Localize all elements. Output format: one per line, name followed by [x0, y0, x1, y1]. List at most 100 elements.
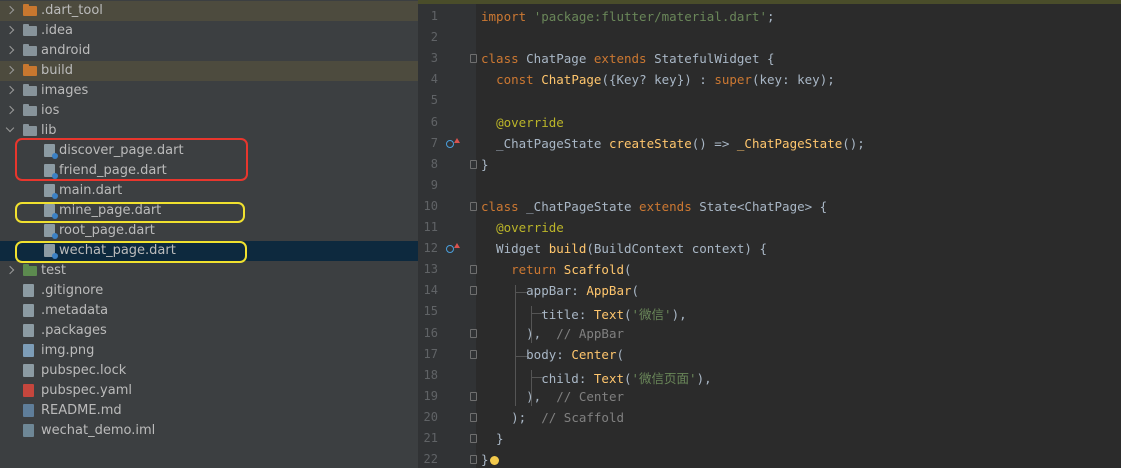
tree-item-wechat-demo-iml[interactable]: wechat_demo.iml	[0, 421, 418, 441]
indent-guide	[515, 285, 516, 406]
code-line[interactable]: class _ChatPageState extends State<ChatP…	[481, 199, 827, 214]
tree-item-gitignore[interactable]: .gitignore	[0, 281, 418, 301]
tree-item-pubspec-lock[interactable]: pubspec.lock	[0, 361, 418, 381]
code-token: Text	[593, 307, 624, 323]
tree-item-android[interactable]: android	[0, 41, 418, 61]
folder-icon	[23, 84, 37, 96]
fold-marker-icon[interactable]	[470, 328, 478, 339]
line-number: 7	[430, 135, 438, 150]
fold-marker-icon[interactable]	[470, 159, 478, 170]
line-number: 15	[423, 304, 438, 319]
lightbulb-icon[interactable]	[490, 456, 499, 466]
tree-item-packages[interactable]: .packages	[0, 321, 418, 341]
code-editor[interactable]: 1 2 3 4 5 6 7 8 9 10 11 12 13 14 15 16 17 18 19 20 21 22 impo…	[418, 0, 1121, 468]
override-marker-icon[interactable]	[446, 137, 460, 149]
code-line[interactable]: }	[481, 431, 504, 446]
code-token: AppBar	[586, 283, 632, 299]
code-line[interactable]: const ChatPage({Key? key}) : super(key: …	[481, 72, 835, 87]
chevron-right-icon[interactable]	[5, 1, 17, 21]
tree-item-pubspec-yaml[interactable]: pubspec.yaml	[0, 381, 418, 401]
fold-marker-icon[interactable]	[470, 54, 478, 64]
folder-icon	[23, 24, 37, 36]
code-token: build	[548, 241, 587, 257]
folder-icon	[23, 104, 37, 116]
fold-marker-icon[interactable]	[470, 391, 478, 402]
line-number: 8	[430, 156, 438, 171]
code-line[interactable]: appBar: AppBar(	[481, 283, 639, 298]
code-line[interactable]: title: Text('微信'),	[481, 304, 686, 323]
tree-item-img-png[interactable]: img.png	[0, 341, 418, 361]
code-token: () =>	[691, 135, 737, 151]
code-line[interactable]: return Scaffold(	[481, 262, 632, 278]
tree-item-readme-md[interactable]: README.md	[0, 401, 418, 421]
tree-item-ios[interactable]: ios	[0, 101, 418, 121]
tree-item-label: build	[41, 63, 73, 78]
line-number: 19	[423, 388, 438, 403]
file-icon	[23, 364, 34, 377]
line-number: 21	[423, 431, 438, 445]
tree-item-label: root_page.dart	[59, 223, 155, 238]
tree-item-label: pubspec.lock	[41, 363, 127, 378]
line-number: 3	[430, 51, 438, 66]
code-token: import	[481, 9, 534, 24]
code-token: (	[624, 262, 632, 278]
code-token: Center	[571, 346, 617, 362]
tree-item-test[interactable]: test	[0, 261, 418, 281]
tree-item-build[interactable]: build	[0, 61, 418, 81]
tree-item-label: wechat_demo.iml	[41, 423, 156, 438]
tree-item-dart-tool[interactable]: .dart_tool	[0, 1, 418, 21]
file-icon	[23, 284, 34, 297]
code-line[interactable]: _ChatPageState createState() => _ChatPag…	[481, 136, 865, 151]
code-token: body:	[481, 346, 572, 362]
chevron-right-icon[interactable]	[5, 261, 17, 281]
code-token: // AppBar	[556, 325, 624, 341]
code-line[interactable]: body: Center(	[481, 347, 624, 362]
fold-marker-icon[interactable]	[470, 412, 478, 423]
code-line[interactable]: @override	[481, 115, 564, 130]
fold-marker-icon[interactable]	[470, 349, 478, 360]
code-line[interactable]: Widget build(BuildContext context) {	[481, 241, 767, 256]
code-line[interactable]: child: Text('微信页面'),	[481, 368, 712, 387]
code-line[interactable]: import 'package:flutter/material.dart';	[481, 9, 775, 24]
dart-file-icon	[44, 184, 58, 199]
code-token: }	[481, 156, 489, 172]
chevron-right-icon[interactable]	[5, 61, 17, 81]
code-line[interactable]: }	[481, 452, 489, 467]
chevron-right-icon[interactable]	[5, 21, 17, 41]
tree-item-label: .metadata	[41, 303, 109, 318]
code-token: ),	[696, 370, 712, 386]
tree-item-main-dart[interactable]: main.dart	[0, 181, 418, 201]
code-token: @override	[496, 114, 564, 130]
tree-item-metadata[interactable]: .metadata	[0, 301, 418, 321]
code-line[interactable]: }	[481, 157, 489, 172]
tree-item-root-page-dart[interactable]: root_page.dart	[0, 221, 418, 241]
code-line[interactable]: @override	[481, 220, 564, 235]
line-number: 13	[423, 262, 438, 277]
code-token: '微信页面'	[631, 370, 697, 386]
chevron-right-icon[interactable]	[5, 101, 17, 121]
iml-file-icon	[23, 424, 34, 437]
fold-marker-icon[interactable]	[470, 286, 478, 296]
override-marker-icon[interactable]	[446, 243, 460, 254]
chevron-right-icon[interactable]	[5, 41, 17, 61]
code-line[interactable]: ), // AppBar	[481, 326, 624, 341]
line-number: 22	[423, 452, 438, 467]
code-token: Text	[593, 370, 624, 386]
fold-marker-icon[interactable]	[470, 455, 478, 465]
line-number: 16	[423, 325, 438, 340]
fold-marker-icon[interactable]	[470, 434, 478, 444]
code-token: _ChatPageState	[736, 135, 843, 151]
chevron-down-icon[interactable]	[5, 121, 17, 141]
yaml-file-icon	[23, 384, 34, 397]
code-line[interactable]: ); // Scaffold	[481, 410, 624, 425]
line-number: 18	[423, 367, 438, 382]
code-token: );	[481, 409, 542, 425]
fold-marker-icon[interactable]	[470, 201, 478, 212]
code-line[interactable]: ), // Center	[481, 389, 624, 404]
tree-item-idea[interactable]: .idea	[0, 21, 418, 41]
tree-item-images[interactable]: images	[0, 81, 418, 101]
code-token: }	[481, 431, 504, 446]
fold-marker-icon[interactable]	[470, 265, 478, 275]
chevron-right-icon[interactable]	[5, 81, 17, 101]
code-line[interactable]: class ChatPage extends StatefulWidget {	[481, 51, 775, 66]
